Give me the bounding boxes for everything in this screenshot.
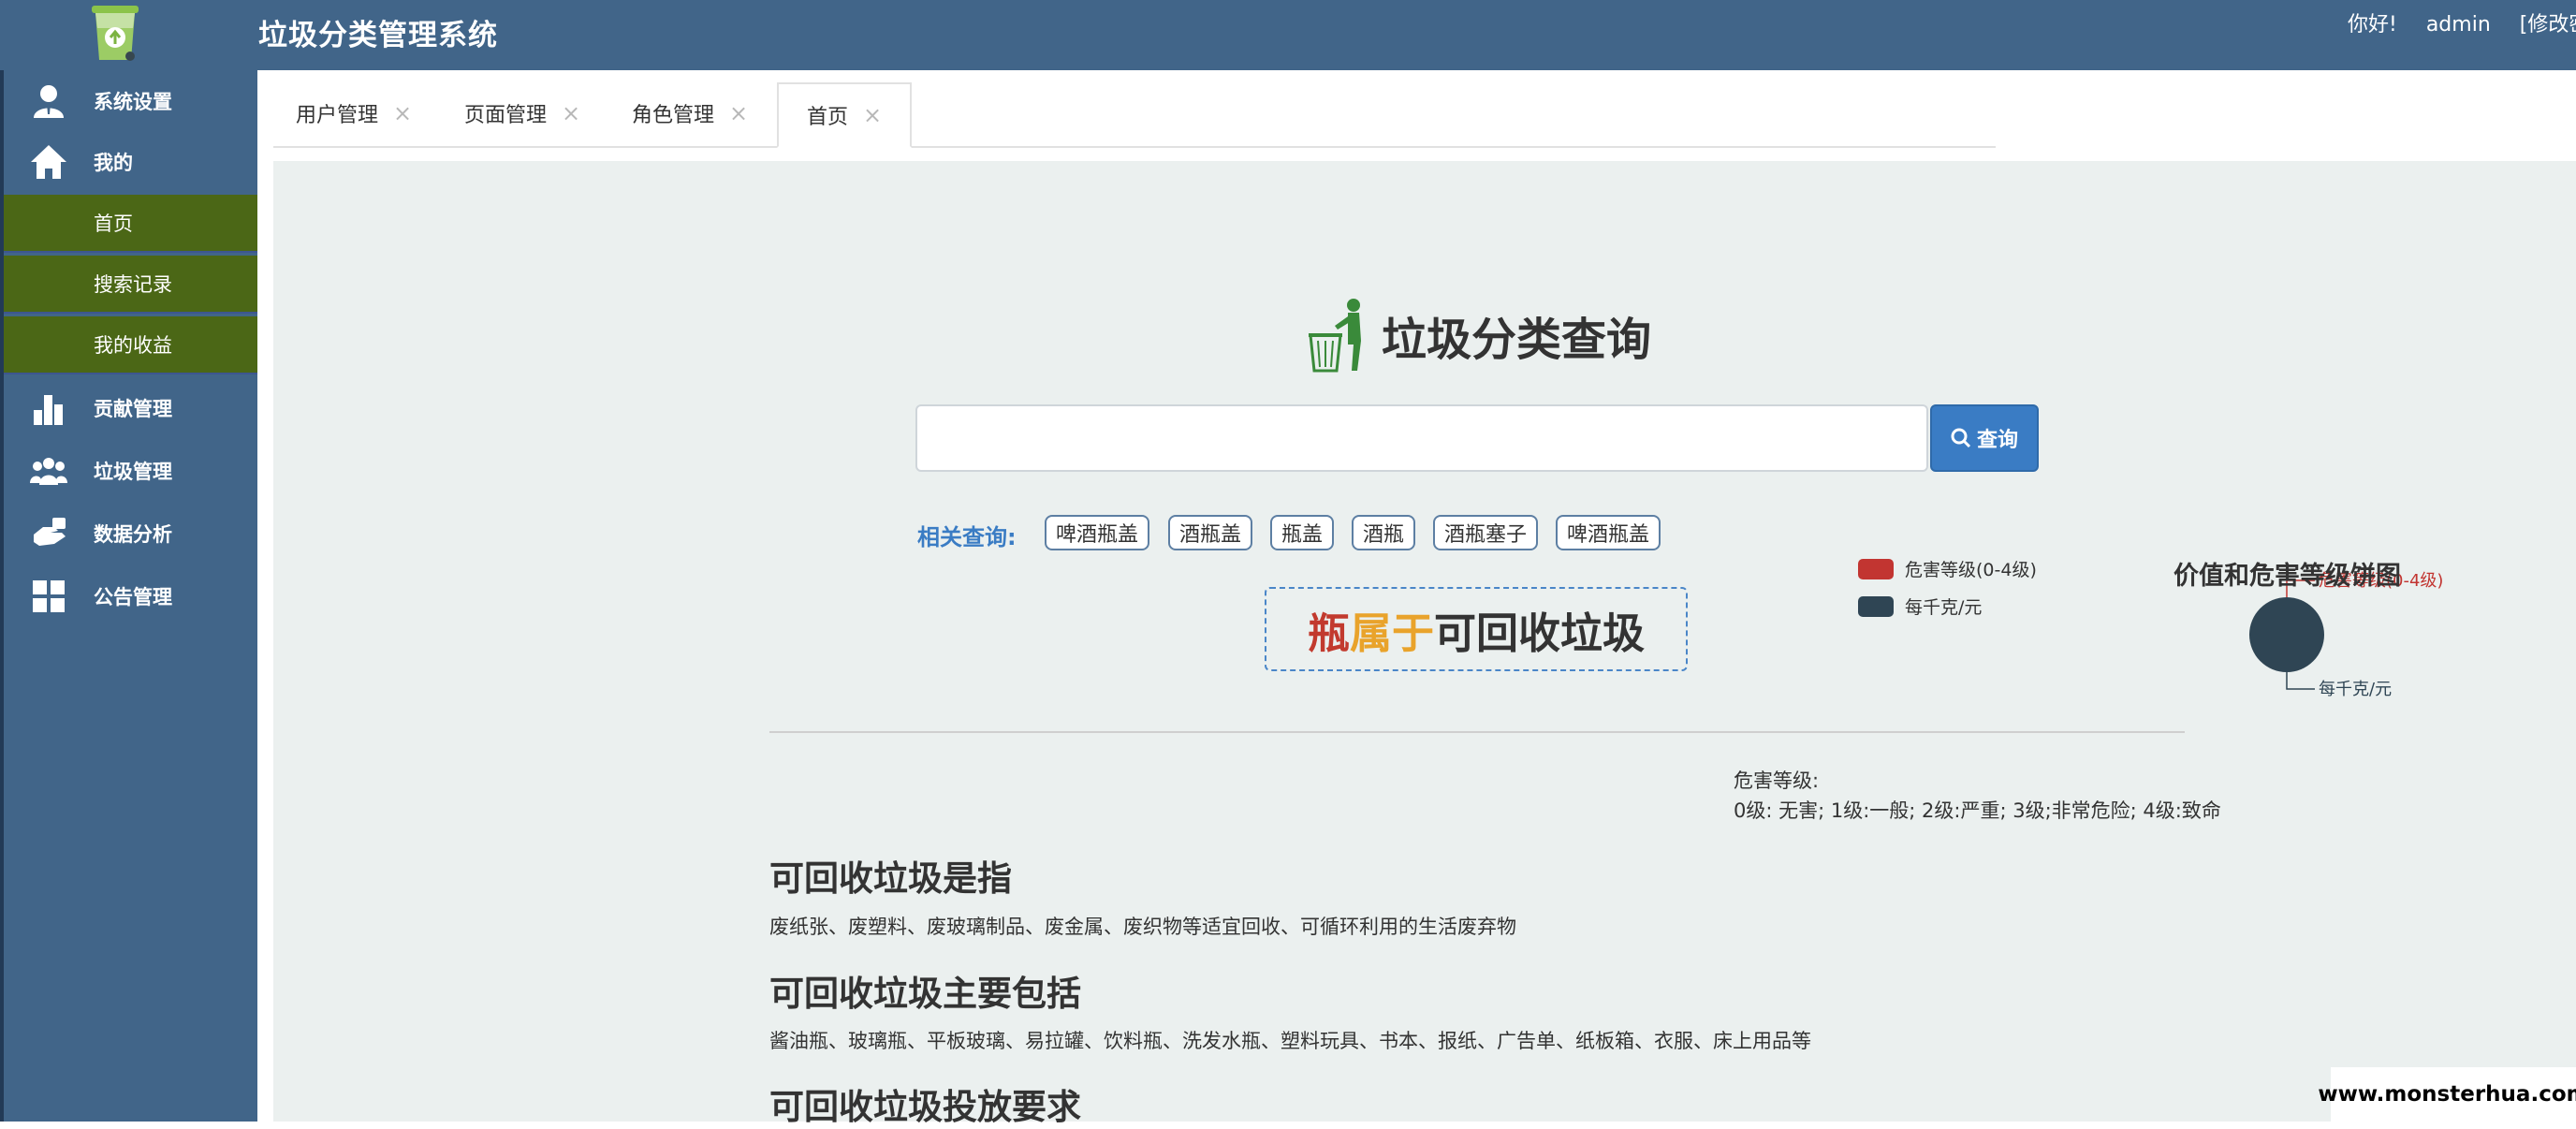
grid-icon [28,576,69,617]
bar-chart-icon [28,388,69,429]
sidebar-item-label: 垃圾管理 [94,461,172,483]
result-item: 瓶 [1307,608,1350,658]
sidebar-item-garbage[interactable]: 垃圾管理 [0,442,257,500]
pie-label-line-1 [2286,672,2315,690]
username-link[interactable]: admin [2426,13,2491,37]
change-password-link[interactable]: [修改密码 [2520,13,2576,37]
chart-title: 价值和危害等级饼图 [2174,562,2401,591]
search-icon [1951,428,1971,448]
classification-result: 瓶 属于 可回收垃圾 [1265,587,1688,671]
sidebar: 系统设置 我的 首页 搜索记录 我的收益 贡献管理 垃圾管理 数据分析 公告管理 [0,70,257,1122]
home-icon [28,141,69,183]
tab-home[interactable]: 首页 × [777,82,913,148]
legend-label: 危害等级(0-4级) [1905,560,2037,580]
info-heading-definition: 可回收垃圾是指 [769,858,1012,899]
tab-user-management[interactable]: 用户管理 × [296,82,412,144]
sidebar-item-contribution[interactable]: 贡献管理 [0,379,257,437]
sidebar-item-label: 贡献管理 [94,398,172,420]
legend-swatch [1858,595,1894,617]
trash-person-icon [1309,299,1361,373]
related-tag[interactable]: 啤酒瓶盖 [1045,515,1149,550]
chart-legend-item[interactable]: 危害等级(0-4级) [1858,556,2037,581]
related-tag[interactable]: 酒瓶 [1352,515,1415,550]
sidebar-subitem-search-history[interactable]: 搜索记录 [4,256,257,314]
user-area: 你好! admin [修改密码 [2348,7,2576,37]
legend-label: 每千克/元 [1905,597,1983,618]
tab-label: 页面管理 [464,104,548,127]
related-tag[interactable]: 酒瓶盖 [1168,515,1252,550]
related-tag[interactable]: 酒瓶塞子 [1433,515,1538,550]
chart-legend-item[interactable]: 每千克/元 [1858,594,1982,619]
sidebar-item-label: 公告管理 [94,586,172,608]
close-icon[interactable]: × [729,100,748,126]
sidebar-item-mine[interactable]: 我的 [0,133,257,191]
hand-icon [28,513,69,554]
search-title-text: 垃圾分类查询 [1382,314,1652,366]
user-icon [28,81,69,122]
greeting-text: 你好! [2348,13,2397,37]
watermark: www.monsterhua.com [2318,1067,2576,1122]
tab-bar: 用户管理 × 页面管理 × 角色管理 × 首页 × [273,82,1996,148]
tab-page-management[interactable]: 页面管理 × [464,82,580,144]
close-icon[interactable]: × [863,102,882,128]
recycle-bin-logo-icon [92,6,139,61]
related-tag[interactable]: 啤酒瓶盖 [1556,515,1661,550]
sidebar-item-label: 数据分析 [94,523,172,546]
app-title: 垃圾分类管理系统 [258,19,498,52]
close-icon[interactable]: × [393,100,412,126]
hazard-note-title: 危害等级: [1734,770,1820,792]
top-header: 垃圾分类管理系统 你好! admin [修改密码 [0,0,2576,70]
tab-label: 首页 [807,106,849,129]
section-divider [769,731,2185,733]
sidebar-item-label: 我的 [94,152,133,174]
tab-role-management[interactable]: 角色管理 × [632,82,748,144]
related-query-label: 相关查询: [917,524,1017,550]
search-button[interactable]: 查询 [1930,404,2039,472]
pie-slice-1[interactable] [2249,597,2324,672]
info-text-definition: 废纸张、废塑料、废玻璃制品、废金属、废织物等适宜回收、可循环利用的生活废弃物 [769,916,1516,938]
search-input[interactable] [915,404,1928,472]
related-tag[interactable]: 瓶盖 [1270,515,1334,550]
close-icon[interactable]: × [562,100,580,126]
tab-label: 用户管理 [296,104,379,127]
legend-swatch [1858,558,1894,579]
users-icon [28,450,69,491]
info-heading-includes: 可回收垃圾主要包括 [769,974,1081,1014]
hazard-note-levels: 0级: 无害; 1级:一般; 2级:严重; 3级;非常危险; 4级:致命 [1734,799,2221,822]
search-button-label: 查询 [1976,429,2018,452]
sidebar-subitem-home[interactable]: 首页 [4,195,257,253]
info-text-includes: 酱油瓶、玻璃瓶、平板玻璃、易拉罐、饮料瓶、洗发水瓶、塑料玩具、书本、报纸、广告单… [769,1030,1811,1052]
result-category: 可回收垃圾 [1434,608,1646,658]
pie-label-1: 每千克/元 [2319,680,2392,699]
sidebar-item-system-settings[interactable]: 系统设置 [0,72,257,130]
tab-label: 角色管理 [632,104,715,127]
sidebar-item-label: 系统设置 [94,91,172,113]
sidebar-subitem-my-earnings[interactable]: 我的收益 [4,316,257,374]
sidebar-item-data-analysis[interactable]: 数据分析 [0,505,257,563]
sidebar-item-announcements[interactable]: 公告管理 [0,567,257,625]
result-verb: 属于 [1349,608,1434,658]
search-title: 垃圾分类查询 [1307,298,1651,373]
